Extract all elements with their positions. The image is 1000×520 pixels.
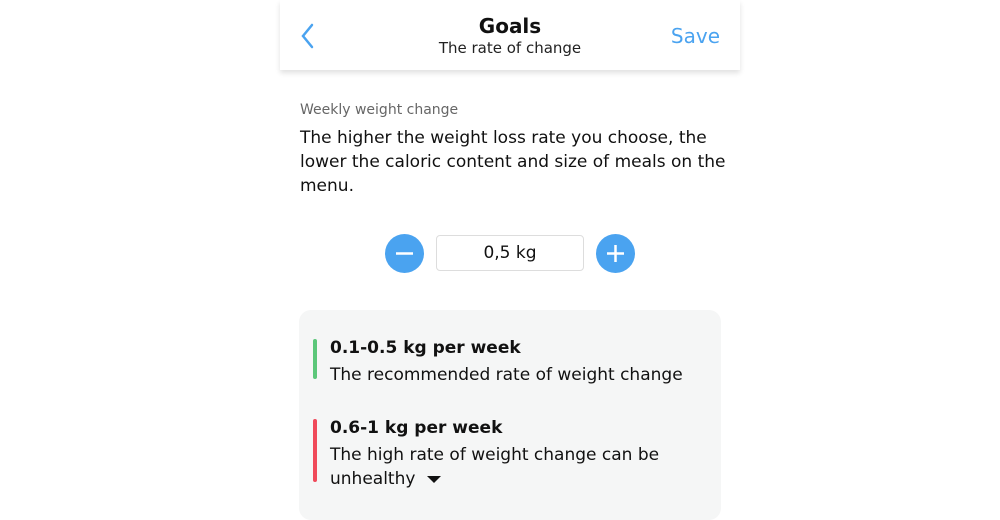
header: Goals The rate of change Save <box>280 0 740 70</box>
rate-text: The recommended rate of weight change <box>330 365 683 385</box>
increment-button[interactable] <box>596 234 635 273</box>
recommended-indicator <box>313 339 317 379</box>
plus-icon <box>607 245 624 262</box>
section-description: The higher the weight loss rate you choo… <box>300 128 726 196</box>
warning-indicator <box>313 419 317 482</box>
minus-icon <box>396 252 413 255</box>
rate-text: The high rate of weight change can be un… <box>330 445 660 489</box>
rates-info-card: 0.1-0.5 kg per week The recommended rate… <box>299 310 721 520</box>
rate-title: 0.1-0.5 kg per week <box>330 338 521 358</box>
section-label: Weekly weight change <box>300 102 459 118</box>
decrement-button[interactable] <box>385 234 424 273</box>
save-button[interactable]: Save <box>671 24 720 48</box>
rate-title: 0.6-1 kg per week <box>330 418 503 438</box>
weight-change-value[interactable]: 0,5 kg <box>436 235 584 271</box>
caret-down-icon[interactable] <box>427 475 442 483</box>
